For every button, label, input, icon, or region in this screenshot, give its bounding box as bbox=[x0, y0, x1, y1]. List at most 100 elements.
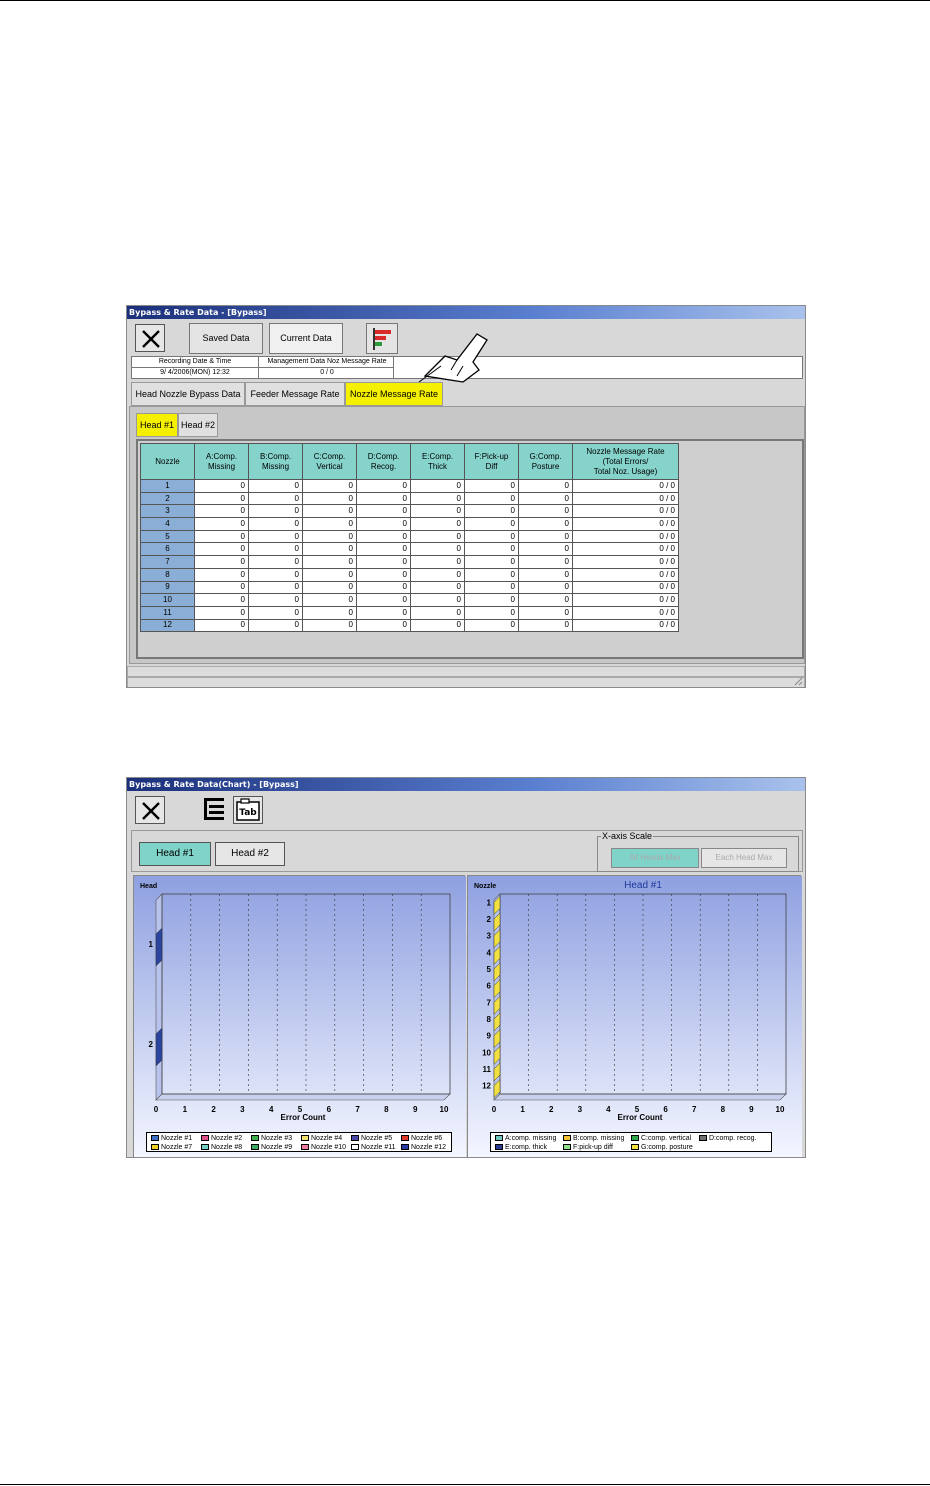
legend-label: Nozzle #12 bbox=[411, 1144, 447, 1151]
x-tick-label: 10 bbox=[440, 1105, 449, 1114]
head-2-button[interactable]: Head #2 bbox=[215, 842, 285, 866]
legend-label: A:comp. missing bbox=[505, 1135, 557, 1142]
each-head-max-button[interactable]: Each Head Max bbox=[701, 848, 787, 868]
bottom-rule bbox=[0, 1484, 930, 1485]
legend-swatch bbox=[631, 1135, 639, 1141]
window-title: Bypass & Rate Data(Chart) - [Bypass] bbox=[127, 778, 805, 791]
tab-head-1[interactable]: Head #1 bbox=[136, 413, 178, 437]
legend-swatch bbox=[301, 1135, 309, 1141]
column-header-text: C:Comp. bbox=[313, 451, 346, 461]
table-row[interactable]: 100000000 / 0 bbox=[140, 479, 679, 493]
bar bbox=[155, 1027, 163, 1067]
tab-nozzle-message-rate[interactable]: Nozzle Message Rate bbox=[345, 382, 443, 406]
table-row[interactable]: 600000000 / 0 bbox=[140, 542, 679, 557]
table-cell: 0 bbox=[248, 529, 303, 544]
current-data-button[interactable]: Current Data bbox=[269, 323, 343, 354]
x-tick-label: 4 bbox=[606, 1105, 611, 1114]
y-axis-label: Nozzle bbox=[474, 883, 496, 890]
table-cell: 0 bbox=[248, 491, 303, 506]
column-header-text: Vertical bbox=[316, 461, 343, 471]
close-button[interactable] bbox=[135, 796, 165, 824]
status-bar bbox=[127, 664, 805, 687]
table-cell: 0 bbox=[302, 580, 357, 595]
tab-head-nozzle-bypass[interactable]: Head Nozzle Bypass Data bbox=[131, 382, 245, 406]
chart-title: Head #1 bbox=[624, 880, 662, 891]
table-row[interactable]: 400000000 / 0 bbox=[140, 517, 679, 531]
table-cell: 0 / 0 bbox=[572, 567, 679, 582]
table-row[interactable]: 900000000 / 0 bbox=[140, 580, 679, 595]
legend-label: G:comp. posture bbox=[641, 1144, 693, 1151]
y-axis-label: Head bbox=[140, 883, 157, 890]
legend-item: Nozzle #11 bbox=[351, 1144, 396, 1152]
table-cell: 0 bbox=[356, 517, 411, 531]
table-cell: 0 bbox=[356, 580, 411, 595]
tab-feeder-message-rate[interactable]: Feeder Message Rate bbox=[245, 382, 345, 406]
legend-item: E:comp. thick bbox=[495, 1144, 547, 1152]
legend-item: Nozzle #3 bbox=[251, 1135, 292, 1143]
table-row[interactable]: 300000000 / 0 bbox=[140, 504, 679, 519]
legend-item: Nozzle #2 bbox=[201, 1135, 242, 1143]
legend-label: Nozzle #6 bbox=[411, 1135, 443, 1142]
table-cell: 0 bbox=[194, 504, 249, 519]
head-1-button[interactable]: Head #1 bbox=[139, 842, 211, 866]
table-cell: 0 bbox=[356, 542, 411, 557]
table-cell: 0 bbox=[302, 567, 357, 582]
legend-swatch bbox=[631, 1144, 639, 1150]
table-row[interactable]: 12 0 0 0 0 0 0 0 0 / 0 bbox=[140, 618, 679, 633]
table-cell: 0 / 0 bbox=[572, 504, 679, 519]
table-cell: 0 bbox=[356, 567, 411, 582]
pointing-hand-icon bbox=[418, 333, 488, 383]
table-cell: 0 bbox=[410, 491, 465, 506]
toolbar: Tab bbox=[127, 792, 805, 828]
column-header-text: F:Pick-up bbox=[474, 451, 509, 461]
y-tick-label: 9 bbox=[487, 1032, 492, 1041]
y-tick-label: 12 bbox=[482, 1082, 491, 1091]
tab-view-button[interactable]: Tab bbox=[233, 796, 263, 824]
column-header: Nozzle Message Rate (Total Errors/Total N… bbox=[572, 443, 679, 480]
nozzle-chart-legend: A:comp. missing B:comp. missing C:comp. ve… bbox=[490, 1132, 772, 1152]
table-cell: 0 bbox=[410, 580, 465, 595]
table-cell: 0 bbox=[194, 542, 249, 557]
nozzle-error-chart: 0 1 2 3 4 5 6 7 8 9 10Error CountNozzle Head #11234… bbox=[468, 876, 802, 1157]
table-cell: 0 bbox=[518, 504, 573, 519]
tree-view-button[interactable] bbox=[201, 796, 231, 824]
legend-label: Nozzle #5 bbox=[361, 1135, 393, 1142]
xaxis-scale-label: X-axis Scale bbox=[601, 831, 654, 841]
legend-label: Nozzle #4 bbox=[311, 1135, 343, 1142]
table-cell: 0 bbox=[302, 605, 357, 620]
table-row[interactable]: 500000000 / 0 bbox=[140, 529, 679, 544]
table-row[interactable]: 10 0 0 0 0 0 0 0 0 / 0 bbox=[140, 593, 679, 607]
x-tick-label: 3 bbox=[240, 1105, 245, 1114]
head-chart-legend: Nozzle #1 Nozzle #2 Nozzle #3 Nozzle #4 Nozz… bbox=[146, 1132, 452, 1152]
column-header-text: Recog. bbox=[370, 461, 397, 471]
table-cell: 0 bbox=[518, 529, 573, 544]
table-row[interactable]: 11 0 0 0 0 0 0 0 0 / 0 bbox=[140, 605, 679, 620]
table-cell: 0 bbox=[302, 618, 357, 633]
svg-text:Tab: Tab bbox=[239, 808, 257, 818]
saved-data-button[interactable]: Saved Data bbox=[189, 323, 263, 354]
all-heads-max-button[interactable]: All Heads Max bbox=[611, 848, 699, 868]
tab-head-2[interactable]: Head #2 bbox=[178, 413, 218, 437]
table-row[interactable]: 200000000 / 0 bbox=[140, 491, 679, 506]
table-cell: 0 bbox=[302, 517, 357, 531]
resize-grip-icon[interactable] bbox=[794, 677, 803, 686]
y-tick-label: 5 bbox=[487, 965, 492, 974]
y-tick-label: 2 bbox=[487, 915, 492, 924]
table-cell: 0 bbox=[302, 542, 357, 557]
close-button[interactable] bbox=[135, 324, 165, 352]
table-row[interactable]: 800000000 / 0 bbox=[140, 567, 679, 582]
chart-view-button[interactable] bbox=[366, 323, 398, 354]
column-header: E:Comp. Thick bbox=[410, 443, 465, 480]
table-cell: 0 bbox=[410, 618, 465, 633]
x-axis-label: Error Count bbox=[618, 1113, 663, 1122]
legend-label: Nozzle #2 bbox=[211, 1135, 243, 1142]
table-row[interactable]: 700000000 / 0 bbox=[140, 555, 679, 569]
table-cell: 0 bbox=[518, 479, 573, 493]
nozzle-cell: 3 bbox=[140, 504, 195, 519]
x-tick-label: 8 bbox=[384, 1105, 389, 1114]
chart-window: Bypass & Rate Data(Chart) - [Bypass] Tab bbox=[126, 777, 806, 1158]
table-cell: 0 bbox=[248, 517, 303, 531]
y-tick-label: 10 bbox=[482, 1048, 491, 1057]
table-cell: 0 bbox=[194, 567, 249, 582]
x-tick-label: 0 bbox=[154, 1105, 159, 1114]
